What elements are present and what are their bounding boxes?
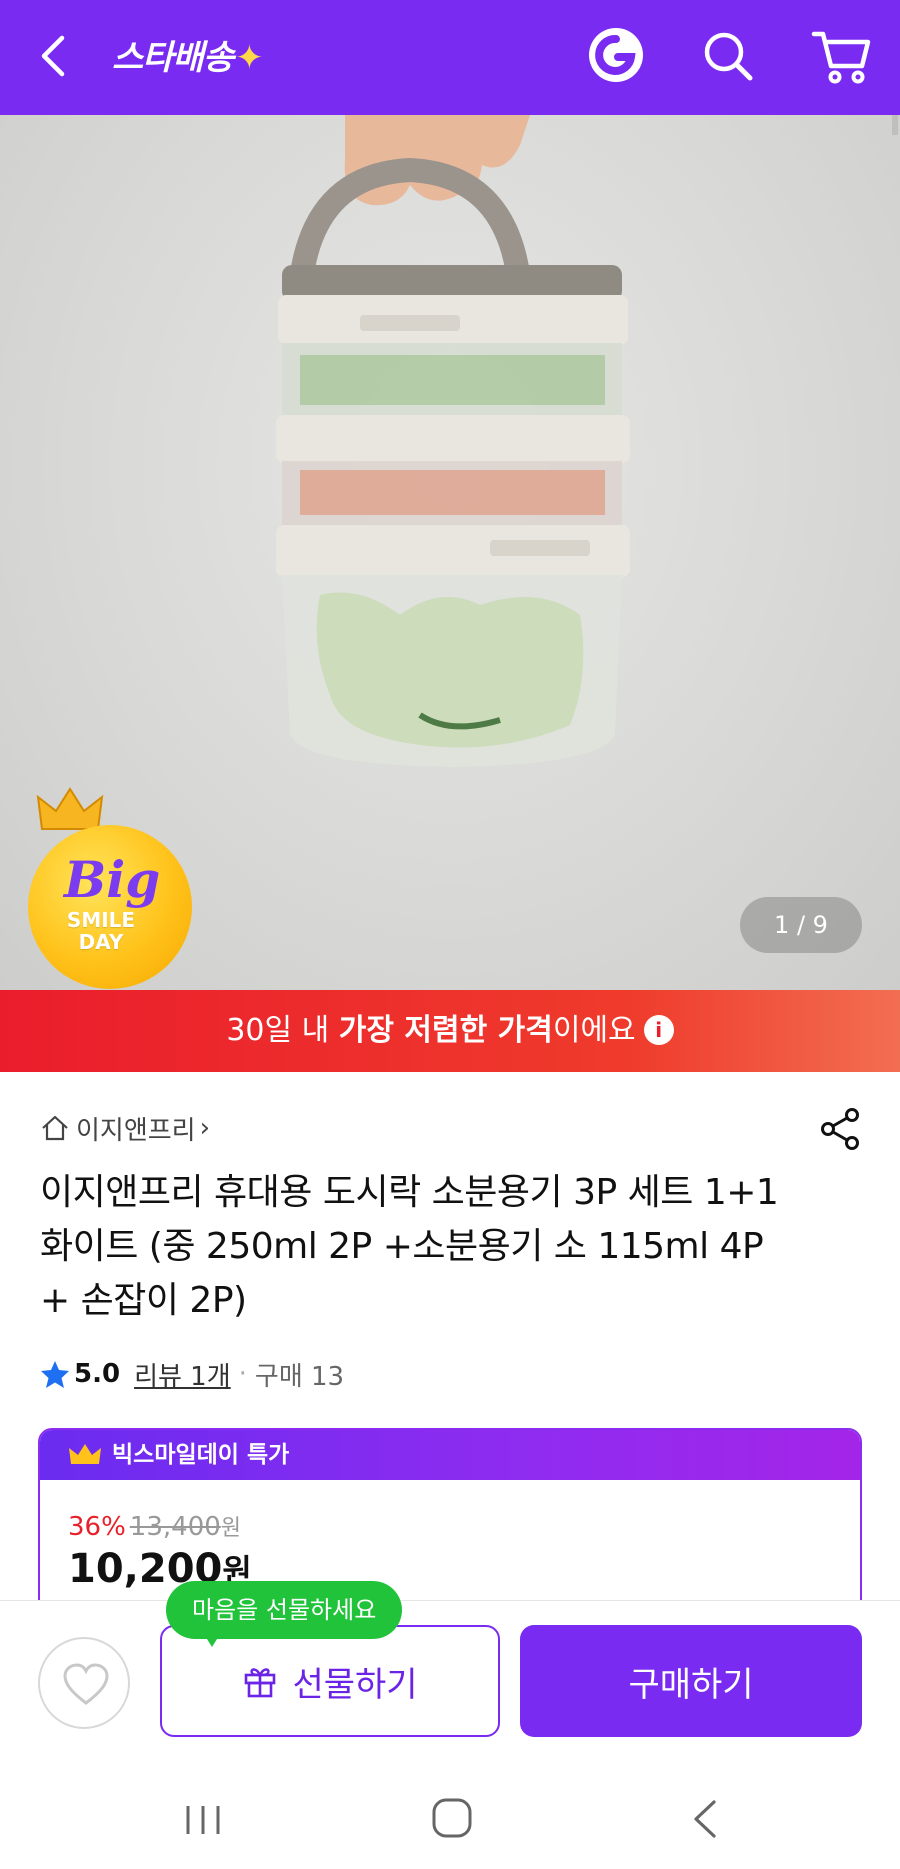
discount-percent: 36% (68, 1512, 126, 1542)
purchase-count: 구매 13 (254, 1361, 345, 1392)
separator-dot: · (238, 1359, 247, 1389)
top-app-bar: 스타배송✦ (0, 0, 900, 115)
g-logo-icon[interactable] (585, 24, 647, 86)
crown-icon (69, 1444, 101, 1464)
original-price: 13,400 (129, 1512, 221, 1542)
recents-icon[interactable] (178, 1800, 228, 1840)
heart-icon (63, 1663, 109, 1705)
bottom-action-bar: 선물하기 구매하기 마음을 선물하세요 (0, 1581, 900, 1770)
image-counter: 1 / 9 (740, 897, 862, 953)
buy-button[interactable]: 구매하기 (520, 1625, 862, 1737)
home-nav-icon[interactable] (430, 1796, 474, 1840)
share-icon[interactable] (818, 1106, 864, 1152)
back-icon[interactable] (30, 30, 82, 82)
wishlist-button[interactable] (38, 1637, 130, 1729)
original-price-unit: 원 (220, 1516, 242, 1541)
deal-price-card: 빅스마일데이 특가 36% 13,400원 10,200원 (38, 1428, 862, 1628)
product-page: 스타배송✦ Big SMILE DAY 1 / 9 30일 내 가장 저렴한 가… (0, 0, 900, 1869)
review-link[interactable]: 리뷰 1개 (134, 1356, 231, 1393)
discount-row: 36% 13,400원 (68, 1510, 241, 1542)
lowest-price-banner[interactable]: 30일 내 가장 저렴한 가격이에요 i (0, 990, 900, 1072)
home-icon (42, 1115, 68, 1141)
search-icon[interactable] (700, 28, 756, 84)
deal-title: 빅스마일데이 특가 (112, 1442, 290, 1468)
product-title: 이지앤프리 휴대용 도시락 소분용기 3P 세트 1+1 화이트 (중 250m… (40, 1172, 779, 1321)
buy-label: 구매하기 (628, 1664, 754, 1705)
banner-bold: 가장 저렴한 가격 (338, 1013, 553, 1048)
gift-icon (245, 1668, 276, 1698)
big-smile-day-badge: Big SMILE DAY (28, 785, 198, 989)
deal-header: 빅스마일데이 특가 (40, 1430, 860, 1480)
star-delivery-logo[interactable]: 스타배송✦ (112, 30, 264, 86)
store-name: 이지앤프리 (76, 1115, 196, 1146)
badge-subtext: SMILE DAY (46, 909, 156, 953)
gift-label: 선물하기 (292, 1664, 418, 1705)
badge-big-text: Big (64, 850, 161, 909)
rating-row: 5.0 리뷰 1개 · 구매 13 (40, 1352, 344, 1396)
cart-icon[interactable] (810, 26, 872, 86)
system-navigation-bar (0, 1770, 900, 1869)
gift-tooltip-text: 마음을 선물하세요 (192, 1596, 377, 1624)
banner-suffix: 이에요 (552, 1013, 636, 1048)
gift-tooltip: 마음을 선물하세요 (166, 1581, 403, 1647)
star-icon (41, 1361, 69, 1388)
badge-line2: DAY (78, 930, 124, 954)
info-icon[interactable]: i (643, 1015, 674, 1045)
banner-prefix: 30일 내 (226, 1013, 339, 1048)
badge-line1: SMILE (66, 908, 136, 932)
back-nav-icon[interactable] (688, 1798, 724, 1840)
product-image-gallery[interactable]: Big SMILE DAY 1 / 9 (0, 115, 900, 990)
chevron-right-icon: › (199, 1113, 211, 1143)
store-link[interactable]: 이지앤프리 › (40, 1108, 210, 1148)
rating-value: 5.0 (74, 1359, 121, 1389)
tooltip-tail (202, 1631, 222, 1647)
